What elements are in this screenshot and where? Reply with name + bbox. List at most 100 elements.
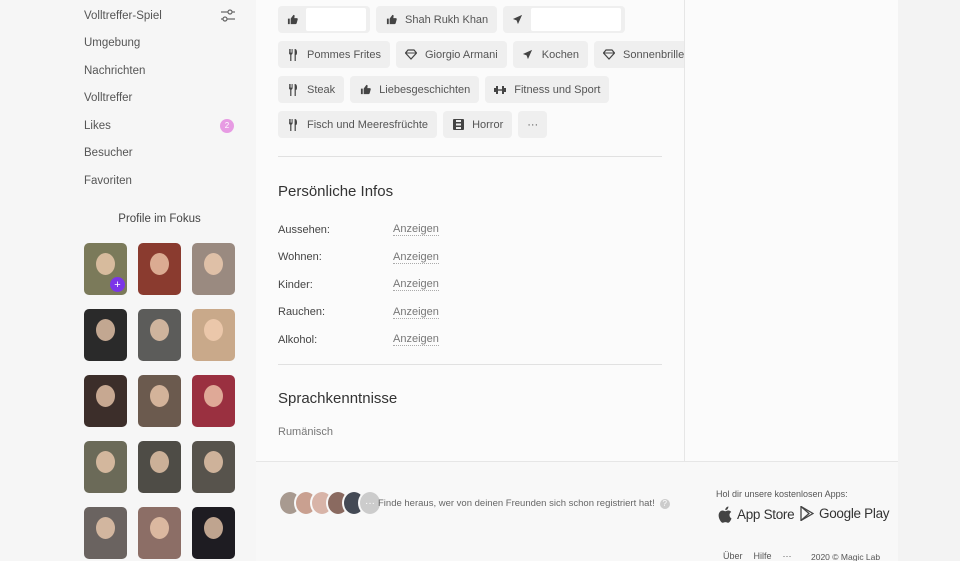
diamond-icon — [603, 49, 616, 61]
likes-count-badge: 2 — [220, 118, 234, 133]
chip-redacted — [531, 8, 622, 31]
add-profile-icon[interactable]: + — [110, 277, 125, 292]
info-row-aussehen: Aussehen: Anzeigen — [278, 216, 578, 244]
chip-label: Horror — [472, 118, 504, 131]
chip-row: Steak Liebesgeschichten Fitness und Spor… — [278, 76, 668, 103]
filter-settings-icon[interactable] — [220, 8, 236, 24]
chip-row: Fisch und Meeresfrüchte Horror ··· — [278, 111, 668, 138]
profile-thumbnail[interactable] — [138, 507, 181, 559]
profile-thumbnail[interactable]: + — [84, 243, 127, 295]
profile-thumbnail[interactable] — [84, 375, 127, 427]
show-link[interactable]: Anzeigen — [393, 223, 439, 237]
film-reel-icon — [452, 119, 464, 131]
profile-thumbnail[interactable] — [192, 507, 235, 559]
language-value: Rumänisch — [278, 426, 334, 438]
app-store-link[interactable]: App Store — [718, 506, 795, 523]
nav-item-likes[interactable]: Likes 2 — [84, 112, 240, 140]
invite-friends[interactable]: Finde heraus, wer von deinen Freunden si… — [378, 498, 670, 509]
sidebar-nav: Volltreffer-Spiel Umgebung Nachrichten V… — [84, 2, 240, 195]
show-link[interactable]: Anzeigen — [393, 251, 439, 264]
fork-knife-icon — [287, 118, 299, 131]
profile-thumbnail[interactable] — [138, 309, 181, 361]
profile-thumbnail[interactable] — [138, 441, 181, 493]
paper-plane-icon — [512, 14, 523, 26]
interests-chips: Shah Rukh Khan Pommes Frites Giorgio Arm… — [278, 6, 700, 146]
personal-info-title: Persönliche Infos — [278, 183, 394, 200]
chip-label: Sonnenbrillen — [623, 48, 691, 61]
info-label: Rauchen: — [278, 306, 326, 319]
nav-label: Favoriten — [84, 174, 132, 187]
info-label: Alkohol: — [278, 333, 318, 346]
nav-item-volltreffer[interactable]: Volltreffer — [84, 85, 240, 113]
dumbbell-icon — [494, 84, 507, 96]
info-row-rauchen: Rauchen: Anzeigen — [278, 299, 578, 327]
chip-label: Kochen — [541, 48, 580, 61]
google-play-link[interactable]: Google Play — [800, 506, 890, 521]
profile-thumbnail[interactable] — [138, 375, 181, 427]
interest-chip[interactable]: Giorgio Armani — [395, 41, 507, 68]
interest-chip[interactable]: Liebesgeschichten — [350, 76, 480, 103]
chip-label: Steak — [307, 83, 336, 96]
chip-label: Pommes Frites — [307, 48, 381, 61]
profile-thumbnail[interactable] — [84, 441, 127, 493]
app-store-label: App Store — [737, 507, 795, 522]
right-pane — [684, 0, 898, 461]
show-link[interactable]: Anzeigen — [393, 306, 439, 319]
diamond-icon — [404, 49, 417, 61]
show-link[interactable]: Anzeigen — [393, 333, 439, 347]
chip-row: Pommes Frites Giorgio Armani Kochen Sonn… — [278, 41, 700, 68]
interest-chip[interactable]: Horror — [443, 111, 513, 138]
interest-chip[interactable]: Fisch und Meeresfrüchte — [278, 111, 438, 138]
personal-info-list: Aussehen: Anzeigen Wohnen: Anzeigen Kind… — [278, 216, 578, 354]
help-icon[interactable]: ? — [659, 498, 670, 509]
apps-title: Hol dir unsere kostenlosen Apps: — [716, 489, 848, 499]
section-divider — [278, 156, 662, 157]
sidebar: Volltreffer-Spiel Umgebung Nachrichten V… — [0, 0, 256, 561]
nav-item-volltreffer-spiel[interactable]: Volltreffer-Spiel — [84, 2, 240, 30]
chip-redacted — [306, 8, 366, 31]
interest-chip-hidden[interactable] — [278, 6, 370, 33]
nav-item-nachrichten[interactable]: Nachrichten — [84, 57, 240, 85]
profile-thumbnail[interactable] — [192, 309, 235, 361]
info-label: Kinder: — [278, 278, 313, 291]
profile-thumbnail[interactable] — [192, 375, 235, 427]
footer-link-about[interactable]: Über — [723, 551, 743, 561]
profile-thumbnail[interactable] — [84, 309, 127, 361]
more-label: ··· — [527, 118, 539, 131]
chip-label: Fitness und Sport — [514, 83, 601, 96]
interest-chip[interactable]: Fitness und Sport — [485, 76, 610, 103]
more-interests-button[interactable]: ··· — [518, 111, 548, 138]
friends-avatars[interactable]: ··· — [278, 490, 382, 516]
show-link[interactable]: Anzeigen — [393, 278, 439, 292]
footer-link-more[interactable]: ··· — [783, 551, 792, 561]
profile-thumbnail[interactable] — [138, 243, 181, 295]
interest-chip[interactable]: Pommes Frites — [278, 41, 390, 68]
thumbs-up-icon — [287, 14, 298, 26]
nav-label: Likes — [84, 119, 111, 132]
page-margin — [898, 0, 960, 561]
chip-label: Shah Rukh Khan — [405, 13, 489, 26]
interest-chip[interactable]: Kochen — [512, 41, 589, 68]
interest-chip[interactable]: Steak — [278, 76, 345, 103]
languages-title: Sprachkenntnisse — [278, 390, 398, 407]
nav-label: Volltreffer — [84, 92, 133, 105]
footer-links: Über Hilfe ··· — [723, 551, 792, 561]
interest-chip-hidden[interactable] — [503, 6, 626, 33]
focus-profiles-grid: + — [84, 243, 236, 559]
paper-plane-icon — [522, 49, 534, 61]
profile-thumbnail[interactable] — [192, 243, 235, 295]
google-play-icon — [800, 506, 814, 521]
profile-thumbnail[interactable] — [84, 507, 127, 559]
info-row-wohnen: Wohnen: Anzeigen — [278, 244, 578, 272]
copyright: 2020 © Magic Lab — [811, 552, 881, 561]
interest-chip[interactable]: Shah Rukh Khan — [376, 6, 498, 33]
info-label: Wohnen: — [278, 251, 322, 264]
fork-knife-icon — [287, 48, 299, 61]
nav-item-umgebung[interactable]: Umgebung — [84, 30, 240, 58]
nav-item-besucher[interactable]: Besucher — [84, 140, 240, 168]
footer-link-help[interactable]: Hilfe — [754, 551, 772, 561]
chip-label: Giorgio Armani — [424, 48, 498, 61]
nav-label: Nachrichten — [84, 64, 146, 77]
nav-item-favoriten[interactable]: Favoriten — [84, 167, 240, 195]
profile-thumbnail[interactable] — [192, 441, 235, 493]
